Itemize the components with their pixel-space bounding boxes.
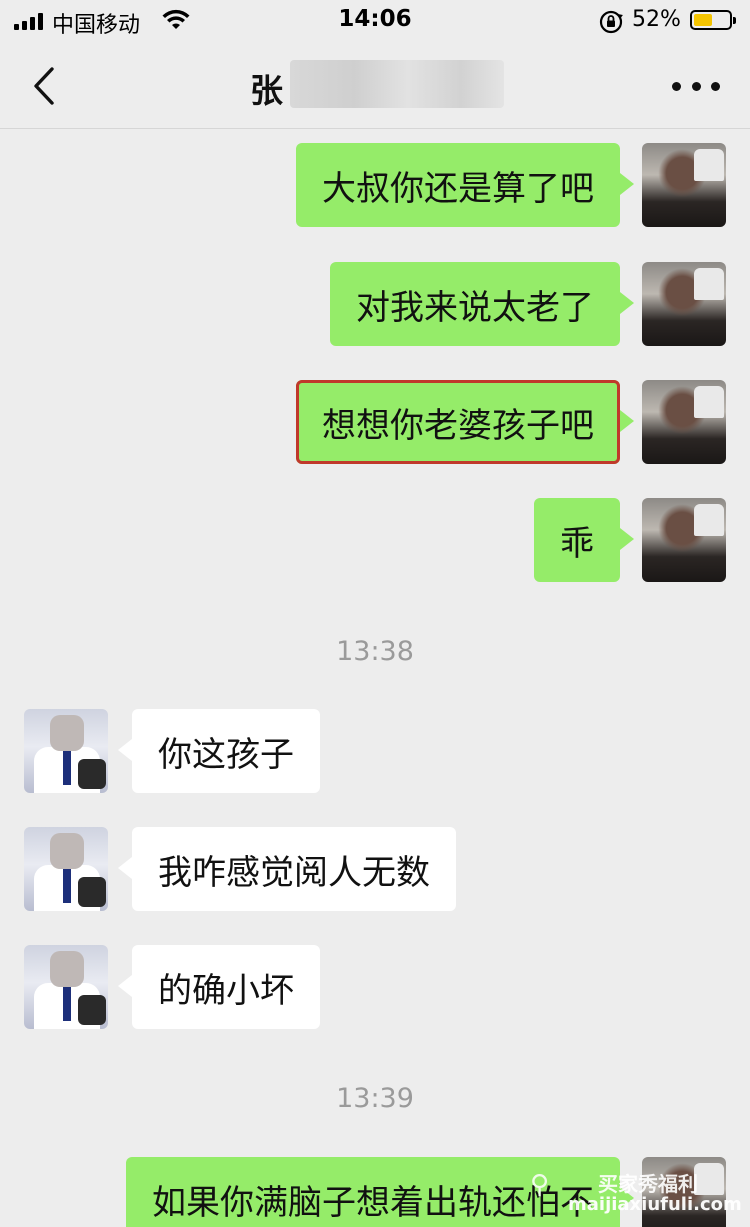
status-bar: 中国移动 14:06 52% <box>0 0 750 44</box>
timestamp: 13:38 <box>336 636 414 667</box>
outgoing-message-bubble-highlighted[interactable]: 想想你老婆孩子吧 <box>296 380 634 464</box>
outgoing-message-bubble[interactable]: 对我来说太老了 <box>330 262 634 346</box>
avatar[interactable] <box>642 1157 726 1227</box>
orientation-lock-icon <box>598 9 624 39</box>
avatar[interactable] <box>24 945 108 1029</box>
avatar[interactable] <box>24 827 108 911</box>
avatar[interactable] <box>642 498 726 582</box>
battery-icon <box>690 10 736 30</box>
title-mosaic-redaction <box>290 60 504 108</box>
message-row: 大叔你还是算了吧 <box>0 143 750 227</box>
message-row: 对我来说太老了 <box>0 262 750 346</box>
timestamp: 13:39 <box>336 1083 414 1114</box>
message-row: 如果你满脑子想着出轨还怕不 <box>0 1157 750 1227</box>
avatar[interactable] <box>642 262 726 346</box>
chat-header: 张 <box>0 44 750 129</box>
incoming-message-bubble[interactable]: 你这孩子 <box>118 709 320 793</box>
incoming-message-bubble[interactable]: 的确小坏 <box>118 945 320 1029</box>
avatar[interactable] <box>642 143 726 227</box>
chat-title: 张 <box>250 71 283 110</box>
message-row: 我咋感觉阅人无数 <box>0 827 750 911</box>
message-row: 你这孩子 <box>0 709 750 793</box>
avatar[interactable] <box>24 709 108 793</box>
outgoing-message-bubble[interactable]: 乖 <box>534 498 634 582</box>
outgoing-message-bubble[interactable]: 大叔你还是算了吧 <box>296 143 634 227</box>
outgoing-message-bubble[interactable]: 如果你满脑子想着出轨还怕不 <box>126 1157 634 1227</box>
chevron-left-icon[interactable] <box>30 66 60 106</box>
avatar[interactable] <box>642 380 726 464</box>
more-dots-icon[interactable] <box>672 68 720 104</box>
message-row: 想想你老婆孩子吧 <box>0 380 750 464</box>
battery-level-fill <box>694 14 712 26</box>
message-row: 的确小坏 <box>0 945 750 1029</box>
incoming-message-bubble[interactable]: 我咋感觉阅人无数 <box>118 827 456 911</box>
battery-percent: 52% <box>632 7 681 32</box>
message-row: 乖 <box>0 498 750 582</box>
